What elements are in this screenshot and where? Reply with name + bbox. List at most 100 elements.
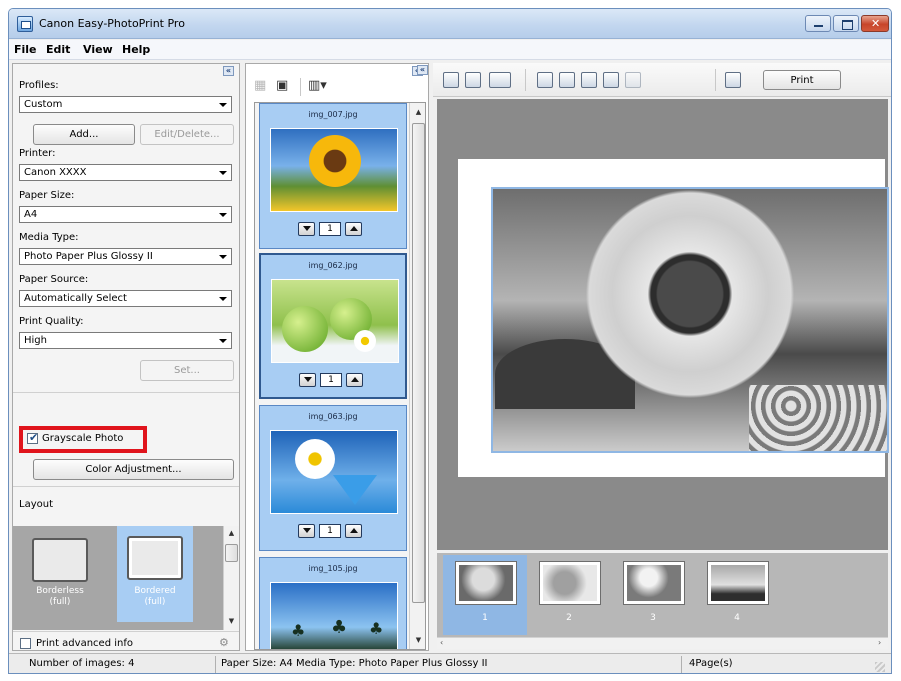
scroll-left-icon[interactable]: ‹ xyxy=(440,638,443,647)
layout-bordered[interactable]: Bordered (full) xyxy=(117,526,193,622)
collapse-left-panel-icon[interactable]: « xyxy=(223,66,234,76)
layout-label: Layout xyxy=(19,499,53,510)
status-image-count: Number of images: 4 xyxy=(29,658,135,669)
decrease-copies-button[interactable] xyxy=(298,524,315,538)
zoom-icon[interactable] xyxy=(625,72,641,88)
layout-menu-icon[interactable] xyxy=(489,72,511,88)
print-advanced-checkbox[interactable] xyxy=(20,638,31,649)
menu-view[interactable]: View xyxy=(83,43,113,56)
close-button[interactable] xyxy=(861,15,889,32)
image-photo xyxy=(270,430,398,514)
import-icon[interactable] xyxy=(465,72,481,88)
scroll-down-icon[interactable]: ▼ xyxy=(411,633,425,648)
maximize-button[interactable] xyxy=(833,15,859,32)
collapse-preview-icon[interactable]: « xyxy=(417,65,428,75)
page-number: 1 xyxy=(482,613,488,623)
edit-delete-profile-button[interactable]: Edit/Delete... xyxy=(140,124,234,145)
layout-borderless-line2: (full) xyxy=(49,597,71,607)
page-thumbnail[interactable]: 2 xyxy=(527,555,611,635)
image-filename: img_062.jpg xyxy=(308,261,358,270)
dropdown-arrow-icon xyxy=(219,255,227,259)
photo-preview-grayscale[interactable] xyxy=(491,187,889,453)
flower-shape xyxy=(295,439,335,479)
print-quality-select[interactable]: High xyxy=(19,332,232,349)
color-adjustment-button[interactable]: Color Adjustment... xyxy=(33,459,234,480)
menu-file[interactable]: File xyxy=(14,43,37,56)
status-separator xyxy=(215,656,216,673)
rotate-left-icon[interactable] xyxy=(537,72,553,88)
increase-copies-button[interactable] xyxy=(345,222,362,236)
page-thumbnail[interactable]: 1 xyxy=(443,555,527,635)
toolbar-separator xyxy=(525,69,526,91)
toolbar-separator xyxy=(715,69,716,91)
page-thumbnail-image xyxy=(623,561,685,605)
resize-grip-icon[interactable] xyxy=(875,662,885,672)
layout-borderless-line1: Borderless xyxy=(36,586,84,596)
media-type-value: Photo Paper Plus Glossy II xyxy=(24,251,153,262)
decrease-copies-button[interactable] xyxy=(298,222,315,236)
printer-select[interactable]: Canon XXXX xyxy=(19,164,232,181)
profiles-label: Profiles: xyxy=(19,80,59,91)
sunflower-field xyxy=(749,385,887,451)
media-type-label: Media Type: xyxy=(19,232,79,243)
grayscale-checkbox[interactable]: ✔ xyxy=(27,431,38,444)
scroll-up-icon[interactable]: ▲ xyxy=(411,105,425,120)
image-item[interactable]: img_105.jpg ♣ ♣ ♣ xyxy=(259,557,407,649)
print-settings-icon[interactable] xyxy=(725,72,741,88)
paper-size-select[interactable]: A4 xyxy=(19,206,232,223)
image-filename: img_007.jpg xyxy=(308,110,358,119)
view-mode-icon[interactable]: ▥▾ xyxy=(308,78,327,96)
scroll-thumb[interactable] xyxy=(225,544,238,562)
image-photo xyxy=(271,279,399,363)
profiles-select[interactable]: Custom xyxy=(19,96,232,113)
printer-value: Canon XXXX xyxy=(24,167,87,178)
dropdown-arrow-icon xyxy=(219,213,227,217)
copies-value[interactable]: 1 xyxy=(320,373,342,387)
image-item[interactable]: img_007.jpg 1 xyxy=(259,103,407,249)
add-profile-button[interactable]: Add... xyxy=(33,124,135,145)
page-setup-icon[interactable] xyxy=(443,72,459,88)
increase-copies-button[interactable] xyxy=(345,524,362,538)
copies-value[interactable]: 1 xyxy=(319,222,341,236)
paper-source-value: Automatically Select xyxy=(24,293,127,304)
image-item[interactable]: img_063.jpg 1 xyxy=(259,405,407,551)
print-button[interactable]: Print xyxy=(763,70,841,90)
crop-icon[interactable] xyxy=(581,72,597,88)
toolbar-separator xyxy=(300,78,301,96)
image-item-selected[interactable]: img_062.jpg 1 xyxy=(259,253,407,399)
increase-copies-button[interactable] xyxy=(346,373,363,387)
image-list-scrollbar[interactable]: ▲ ▼ xyxy=(409,103,425,649)
copies-value[interactable]: 1 xyxy=(319,524,341,538)
page-thumbnail[interactable]: 4 xyxy=(695,555,779,635)
print-preview-icon[interactable] xyxy=(603,72,619,88)
app-window: Canon Easy-PhotoPrint Pro File Edit View… xyxy=(8,8,892,674)
apple-shape xyxy=(282,306,328,352)
layout-borderless[interactable]: Borderless (full) xyxy=(22,532,98,620)
menu-help[interactable]: Help xyxy=(122,43,150,56)
select-all-icon[interactable]: ▦ xyxy=(254,78,272,96)
scroll-down-icon[interactable]: ▼ xyxy=(224,614,239,629)
image-list-panel: « ▦ ▣ ▥▾ img_007.jpg 1 img_062.jpg xyxy=(245,63,429,651)
quality-set-button[interactable]: Set... xyxy=(140,360,234,381)
scroll-right-icon[interactable]: › xyxy=(878,638,881,647)
decrease-copies-button[interactable] xyxy=(299,373,316,387)
status-paper-info: Paper Size: A4 Media Type: Photo Paper P… xyxy=(221,658,488,669)
info-settings-icon[interactable]: ⚙ xyxy=(219,636,233,649)
palm-tree-icon: ♣ xyxy=(369,619,384,638)
thumbnail-scrollbar[interactable]: ‹ › xyxy=(437,637,888,649)
page-thumbnail[interactable]: 3 xyxy=(611,555,695,635)
scroll-thumb[interactable] xyxy=(412,123,425,603)
scroll-up-icon[interactable]: ▲ xyxy=(224,526,239,541)
paper-source-select[interactable]: Automatically Select xyxy=(19,290,232,307)
remove-image-icon[interactable]: ▣ xyxy=(276,78,294,96)
grayscale-label: Grayscale Photo xyxy=(42,433,124,444)
rotate-right-icon[interactable] xyxy=(559,72,575,88)
menu-edit[interactable]: Edit xyxy=(46,43,70,56)
status-page-count: 4Page(s) xyxy=(689,658,733,669)
media-type-select[interactable]: Photo Paper Plus Glossy II xyxy=(19,248,232,265)
minimize-button[interactable] xyxy=(805,15,831,32)
preview-toolbar: « Print xyxy=(417,63,891,97)
divider xyxy=(13,631,239,632)
layout-scrollbar[interactable]: ▲ ▼ xyxy=(223,526,239,630)
sunflower-head xyxy=(575,189,805,409)
